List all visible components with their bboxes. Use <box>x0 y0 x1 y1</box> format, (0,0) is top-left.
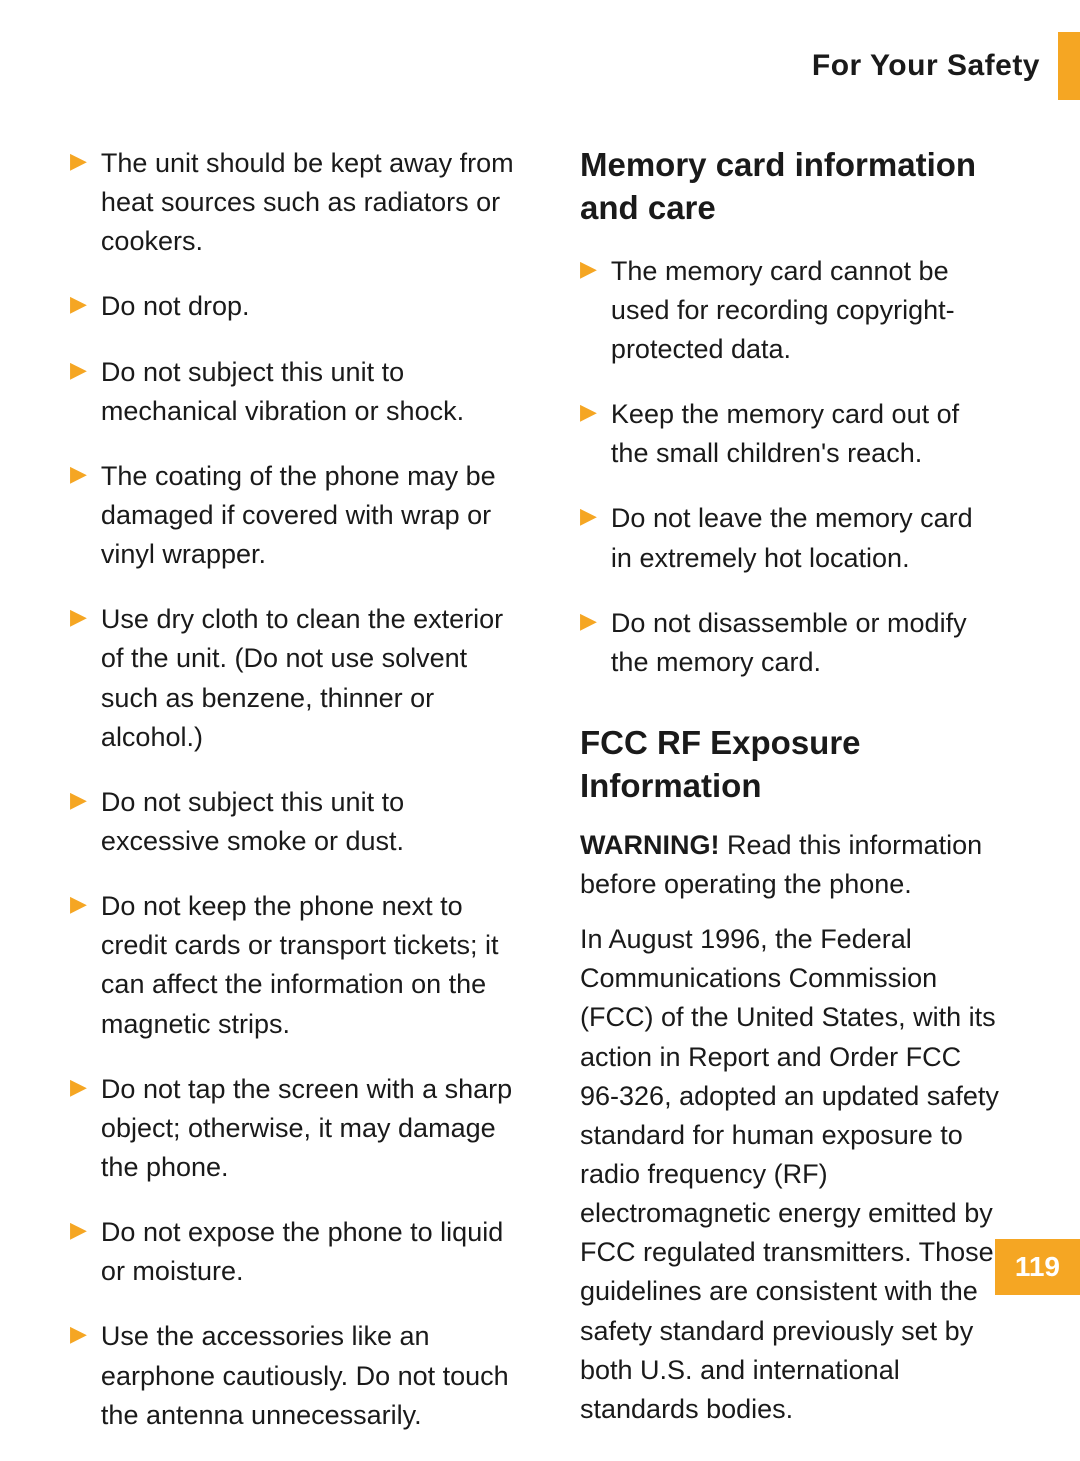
bullet-item-text: Keep the memory card out of the small ch… <box>611 395 1000 473</box>
bullet-item-text: Do not disassemble or modify the memory … <box>611 604 1000 682</box>
fcc-section: FCC RF Exposure Information WARNING! Rea… <box>580 722 1000 1429</box>
bullet-arrow-icon: ▶ <box>70 355 87 386</box>
bullet-item-text: The memory card cannot be used for recor… <box>611 252 1000 369</box>
header-inner: For Your Safety <box>742 0 1080 124</box>
warning-label: WARNING! <box>580 830 719 860</box>
bullet-arrow-icon: ▶ <box>70 146 87 177</box>
list-item: ▶ Do not keep the phone next to credit c… <box>70 887 530 1044</box>
bullet-item-text: The coating of the phone may be damaged … <box>101 457 530 574</box>
bullet-arrow-icon: ▶ <box>580 397 597 428</box>
bullet-item-text: The unit should be kept away from heat s… <box>101 144 530 261</box>
list-item: ▶ Do not tap the screen with a sharp obj… <box>70 1070 530 1187</box>
list-item: ▶ Do not leave the memory card in extrem… <box>580 499 1000 577</box>
fcc-warning-paragraph: WARNING! Read this information before op… <box>580 826 1000 904</box>
bullet-item-text: Do not expose the phone to liquid or moi… <box>101 1213 530 1291</box>
bullet-item-text: Do not subject this unit to mechanical v… <box>101 353 530 431</box>
bullet-arrow-icon: ▶ <box>70 1319 87 1350</box>
content-area: ▶ The unit should be kept away from heat… <box>0 124 1080 1461</box>
page-header: For Your Safety <box>0 0 1080 124</box>
page-header-title: For Your Safety <box>812 49 1040 83</box>
list-item: ▶ The unit should be kept away from heat… <box>70 144 530 261</box>
bullet-item-text: Do not subject this unit to excessive sm… <box>101 783 530 861</box>
fcc-body-text: In August 1996, the Federal Communicatio… <box>580 920 1000 1429</box>
bullet-arrow-icon: ▶ <box>70 785 87 816</box>
list-item: ▶ Do not drop. <box>70 287 530 326</box>
bullet-arrow-icon: ▶ <box>580 606 597 637</box>
list-item: ▶ Do not expose the phone to liquid or m… <box>70 1213 530 1291</box>
header-accent-bar <box>1058 32 1080 100</box>
list-item: ▶ Do not disassemble or modify the memor… <box>580 604 1000 682</box>
right-column: Memory card information and care ▶ The m… <box>580 144 1000 1461</box>
list-item: ▶ Use the accessories like an earphone c… <box>70 1317 530 1434</box>
bullet-arrow-icon: ▶ <box>70 459 87 490</box>
bullet-arrow-icon: ▶ <box>70 1215 87 1246</box>
memory-bullet-list: ▶ The memory card cannot be used for rec… <box>580 252 1000 682</box>
left-column: ▶ The unit should be kept away from heat… <box>70 144 530 1461</box>
page-number: 119 <box>995 1239 1080 1295</box>
left-bullet-list: ▶ The unit should be kept away from heat… <box>70 144 530 1435</box>
bullet-item-text: Do not leave the memory card in extremel… <box>611 499 1000 577</box>
memory-section: Memory card information and care ▶ The m… <box>580 144 1000 682</box>
bullet-item-text: Use dry cloth to clean the exterior of t… <box>101 600 530 757</box>
memory-section-title: Memory card information and care <box>580 144 1000 230</box>
bullet-item-text: Use the accessories like an earphone cau… <box>101 1317 530 1434</box>
bullet-arrow-icon: ▶ <box>70 1072 87 1103</box>
bullet-item-text: Do not tap the screen with a sharp objec… <box>101 1070 530 1187</box>
bullet-item-text: Do not keep the phone next to credit car… <box>101 887 530 1044</box>
bullet-arrow-icon: ▶ <box>580 501 597 532</box>
list-item: ▶ Keep the memory card out of the small … <box>580 395 1000 473</box>
bullet-arrow-icon: ▶ <box>70 889 87 920</box>
list-item: ▶ Do not subject this unit to excessive … <box>70 783 530 861</box>
bullet-arrow-icon: ▶ <box>70 602 87 633</box>
list-item: ▶ Use dry cloth to clean the exterior of… <box>70 600 530 757</box>
bullet-arrow-icon: ▶ <box>70 289 87 320</box>
list-item: ▶ Do not subject this unit to mechanical… <box>70 353 530 431</box>
bullet-arrow-icon: ▶ <box>580 254 597 285</box>
bullet-item-text: Do not drop. <box>101 287 250 326</box>
list-item: ▶ The memory card cannot be used for rec… <box>580 252 1000 369</box>
list-item: ▶ The coating of the phone may be damage… <box>70 457 530 574</box>
fcc-section-title: FCC RF Exposure Information <box>580 722 1000 808</box>
